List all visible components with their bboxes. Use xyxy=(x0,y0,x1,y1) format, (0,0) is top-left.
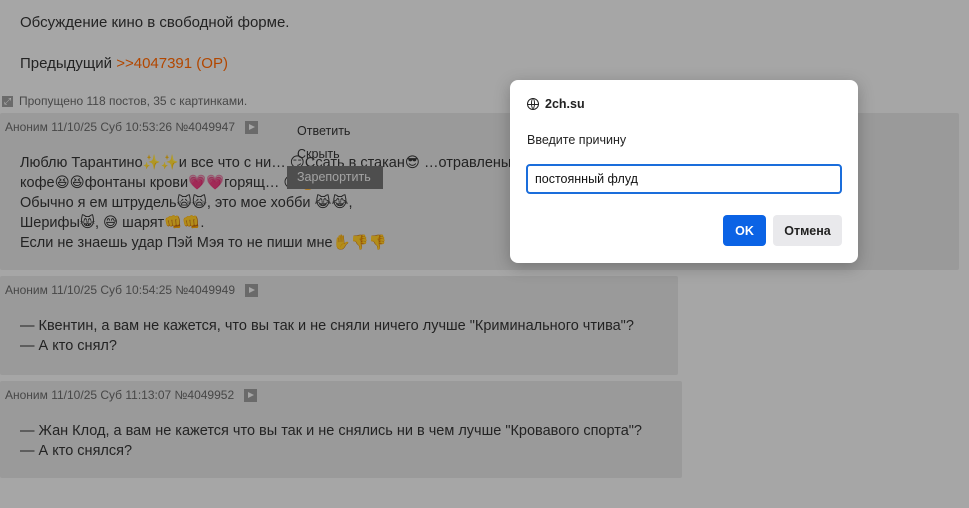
cancel-button[interactable]: Отмена xyxy=(773,215,842,246)
globe-icon xyxy=(527,98,539,110)
ok-button[interactable]: OK xyxy=(723,215,766,246)
reason-input[interactable] xyxy=(526,164,842,194)
dialog-message: Введите причину xyxy=(527,133,627,147)
dialog-origin: 2ch.su xyxy=(527,97,585,111)
prompt-dialog: 2ch.su Введите причину OK Отмена xyxy=(510,80,858,263)
dialog-site-name: 2ch.su xyxy=(545,97,585,111)
thread-page: Обсуждение кино в свободной форме. Преды… xyxy=(0,0,969,508)
